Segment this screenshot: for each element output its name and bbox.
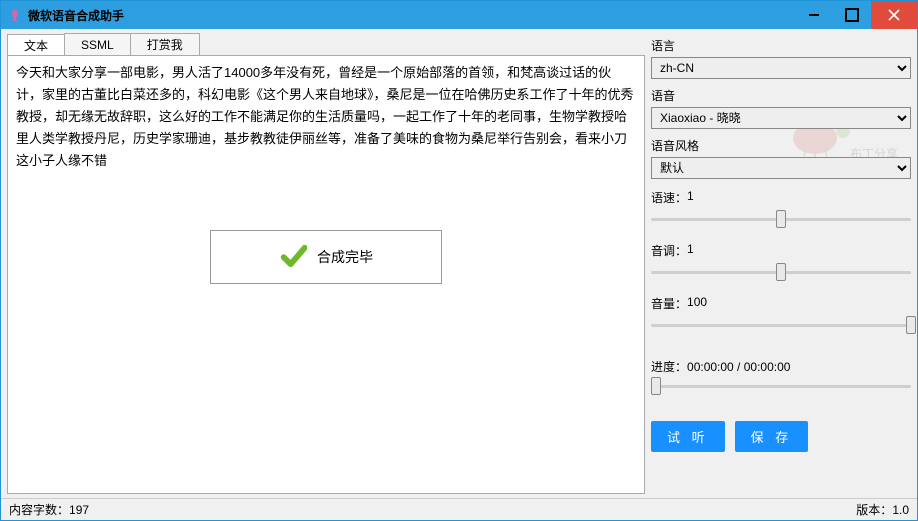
- version-label: 版本：: [856, 503, 892, 517]
- volume-label: 音量：: [651, 295, 687, 312]
- style-select[interactable]: 默认: [651, 157, 911, 179]
- minimize-button[interactable]: [795, 1, 833, 29]
- char-count-label: 内容字数：: [9, 503, 69, 517]
- titlebar[interactable]: 微软语音合成助手: [1, 1, 917, 29]
- pitch-value: 1: [687, 242, 694, 259]
- speed-value: 1: [687, 189, 694, 206]
- right-panel: 布丁分享 语言 zh-CN 语音 Xiaoxiao - 晓晓 语音风格 默认 语…: [651, 33, 911, 494]
- speed-label: 语速：: [651, 189, 687, 206]
- check-icon: [279, 242, 307, 273]
- volume-value: 100: [687, 295, 707, 312]
- tab-text[interactable]: 文本: [7, 34, 65, 56]
- tab-label: SSML: [81, 38, 114, 52]
- window-controls: [795, 1, 917, 29]
- maximize-button[interactable]: [833, 1, 871, 29]
- tab-donate[interactable]: 打赏我: [130, 33, 200, 55]
- save-button[interactable]: 保 存: [735, 421, 809, 452]
- speed-slider[interactable]: [651, 208, 911, 230]
- left-column: 文本 SSML 打赏我 今天和大家分享一部电影，男人活了14000多年没有死，曾…: [7, 33, 645, 494]
- tab-label: 文本: [24, 37, 48, 54]
- tab-strip: 文本 SSML 打赏我: [7, 33, 645, 55]
- text-input-container: 今天和大家分享一部电影，男人活了14000多年没有死，曾经是一个原始部落的首领，…: [7, 55, 645, 494]
- progress-value: 00:00:00 / 00:00:00: [687, 360, 790, 374]
- style-label: 语音风格: [651, 137, 911, 154]
- voice-label: 语音: [651, 87, 911, 104]
- progress-slider[interactable]: [651, 375, 911, 397]
- language-select[interactable]: zh-CN: [651, 57, 911, 79]
- version-value: 1.0: [892, 503, 909, 517]
- window-title: 微软语音合成助手: [28, 7, 795, 24]
- char-count-value: 197: [69, 503, 89, 517]
- progress-label: 进度：: [651, 360, 687, 374]
- pitch-slider[interactable]: [651, 261, 911, 283]
- status-toast: 合成完毕: [210, 230, 442, 284]
- app-window: 微软语音合成助手 文本 SSML 打赏我 今天和大家分享一部电影，男人活了140…: [0, 0, 918, 521]
- tab-ssml[interactable]: SSML: [64, 33, 131, 55]
- status-bar: 内容字数：197 版本：1.0: [1, 498, 917, 520]
- close-button[interactable]: [871, 1, 917, 29]
- volume-slider[interactable]: [651, 314, 911, 336]
- preview-button[interactable]: 试 听: [651, 421, 725, 452]
- tab-label: 打赏我: [147, 36, 183, 53]
- pitch-label: 音调：: [651, 242, 687, 259]
- language-label: 语言: [651, 37, 911, 54]
- client-area: 文本 SSML 打赏我 今天和大家分享一部电影，男人活了14000多年没有死，曾…: [1, 29, 917, 520]
- toast-text: 合成完毕: [317, 247, 373, 267]
- voice-select[interactable]: Xiaoxiao - 晓晓: [651, 107, 911, 129]
- app-icon: [7, 7, 23, 23]
